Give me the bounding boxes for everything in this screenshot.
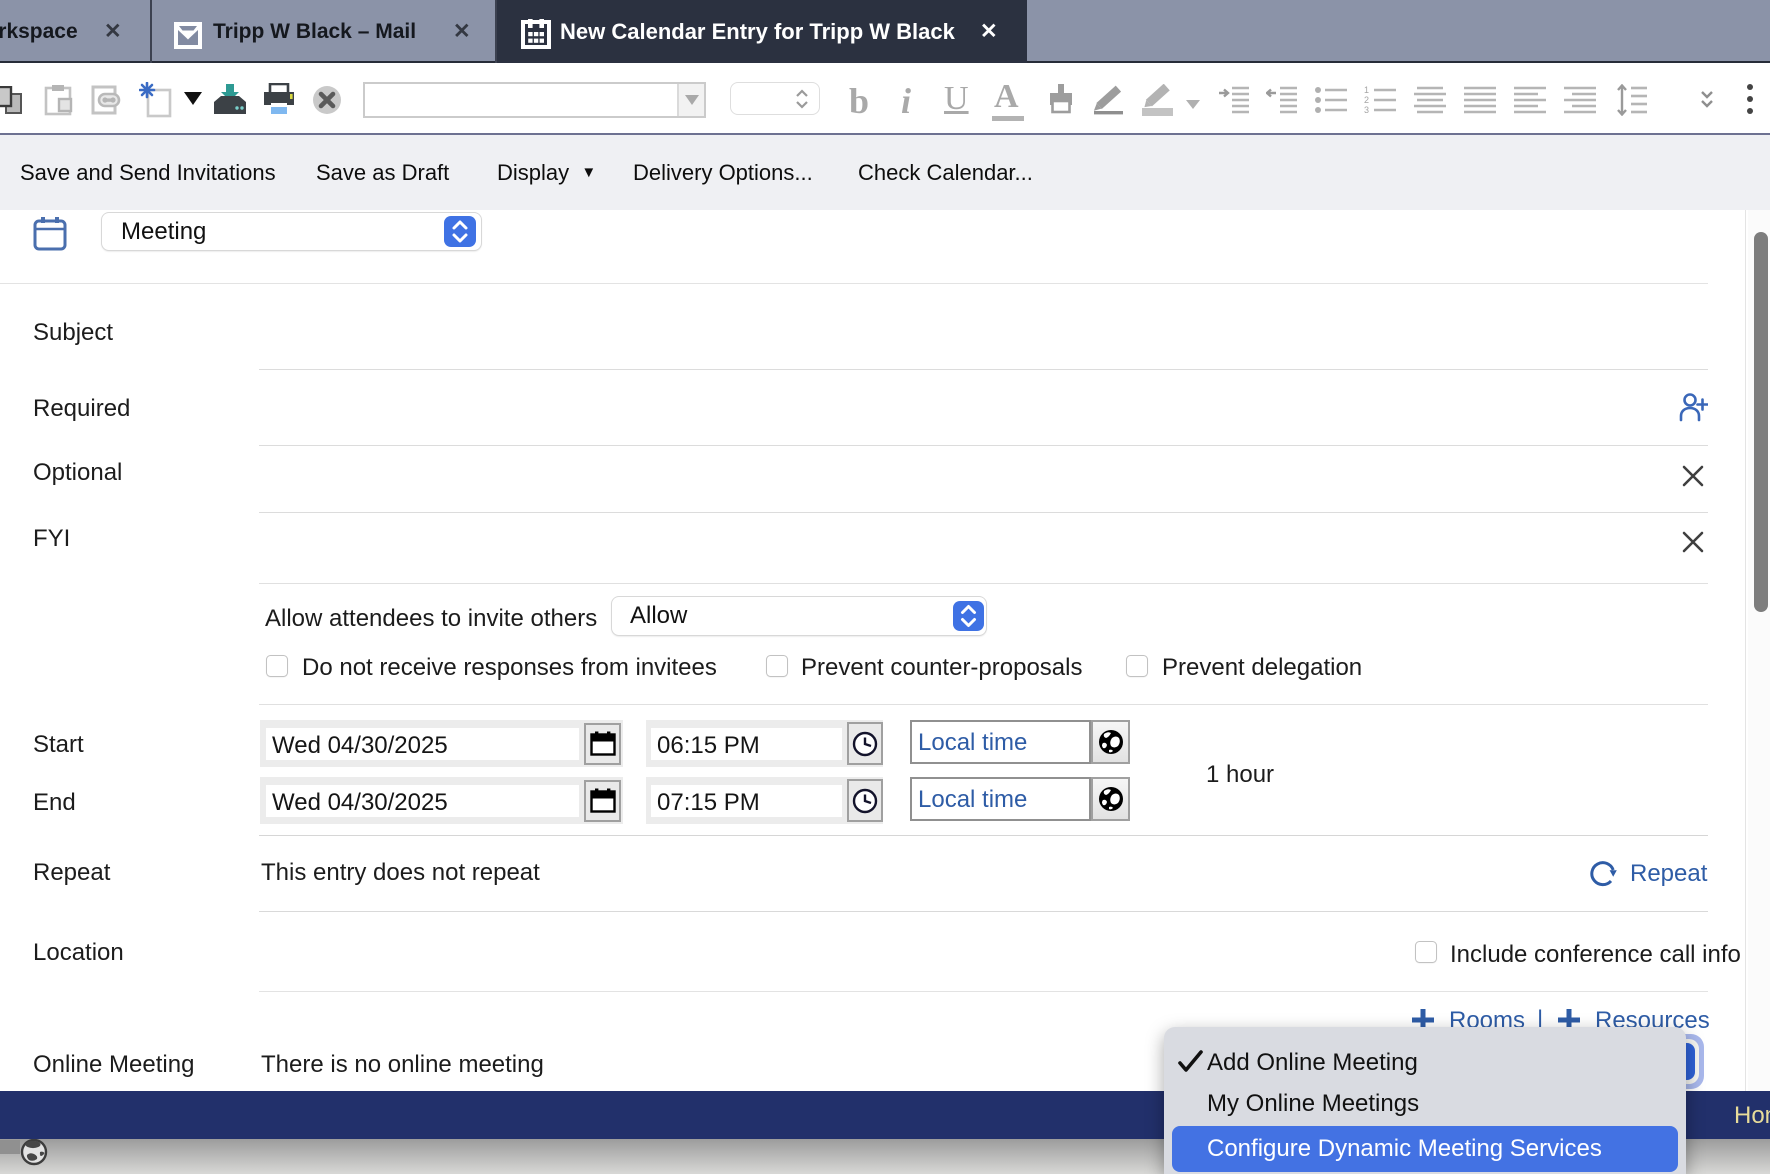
svg-text:3: 3 <box>1364 105 1369 115</box>
svg-text:2: 2 <box>1364 95 1369 105</box>
svg-text:1: 1 <box>1364 85 1369 95</box>
